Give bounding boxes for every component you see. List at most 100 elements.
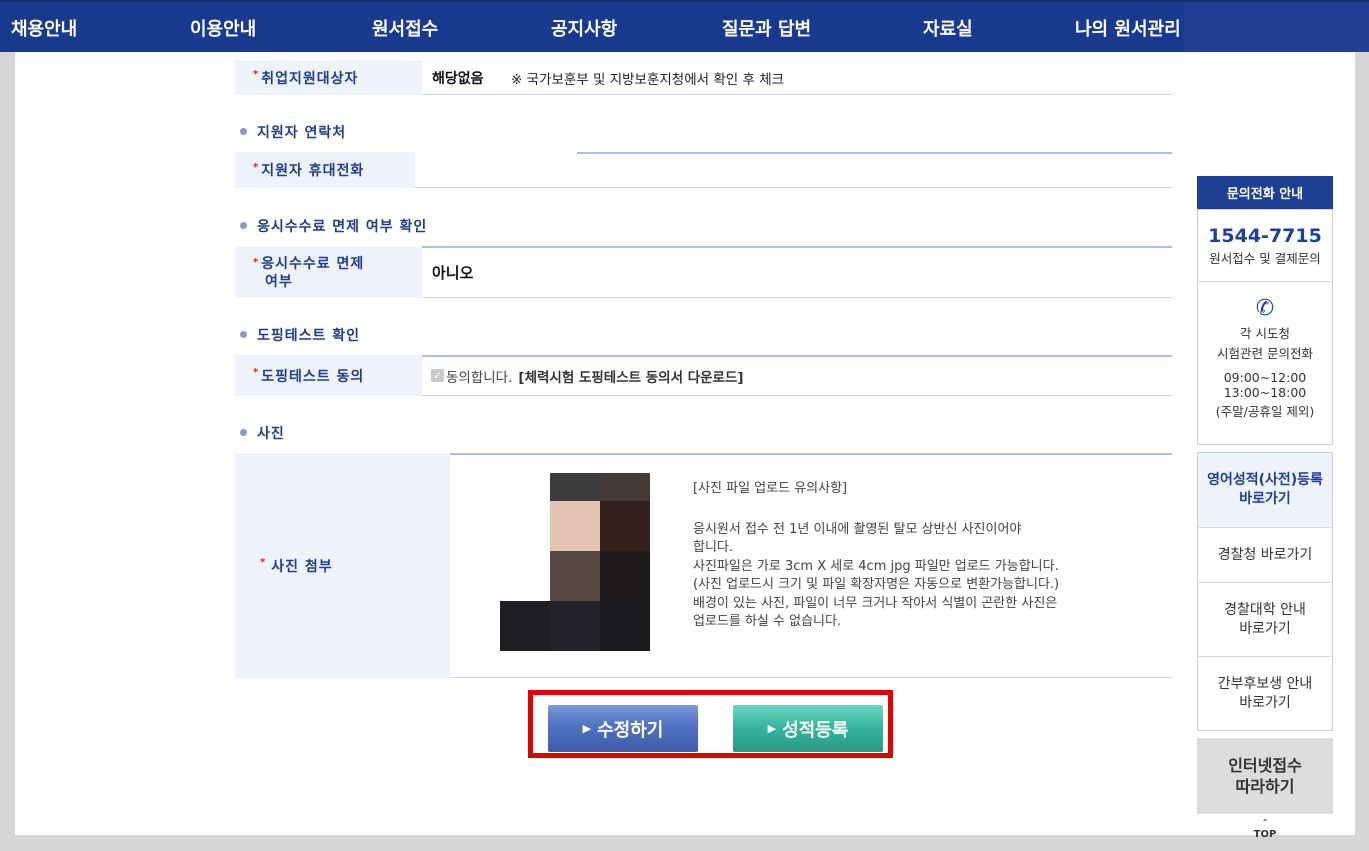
police-agency-link[interactable]: 경찰청 바로가기 bbox=[1198, 527, 1332, 583]
top-label: TOP bbox=[1253, 829, 1277, 840]
label-text: 응시수수료 면제 bbox=[261, 256, 365, 272]
top-navigation: 채용안내 이용안내 원서접수 공지사항 질문과 답변 자료실 나의 원서관리 bbox=[0, 0, 1369, 52]
label-text: 취업지원대상자 bbox=[261, 70, 359, 87]
mobile-row: * 지원자 휴대전화 bbox=[235, 152, 1172, 188]
employment-support-note: ※ 국가보훈부 및 지방보훈지청에서 확인 후 체크 bbox=[511, 71, 785, 88]
required-mark: * bbox=[260, 557, 267, 568]
guide-line: 인터넷접수 bbox=[1228, 756, 1302, 775]
employment-support-row: * 취업지원대상자 해당없음 ※ 국가보훈부 및 지방보훈지청에서 확인 후 체크 bbox=[235, 60, 1172, 95]
scroll-top-button[interactable]: ˆ TOP bbox=[1250, 820, 1280, 840]
bullet-icon bbox=[240, 429, 247, 436]
photo-pixel bbox=[550, 601, 600, 651]
label-text: 지원자 휴대전화 bbox=[261, 163, 365, 179]
required-mark: * bbox=[253, 257, 260, 268]
photo-pixel bbox=[550, 501, 600, 551]
nav-recruit-guide[interactable]: 채용안내 bbox=[11, 15, 77, 41]
hours-note: (주말/공휴일 제외) bbox=[1215, 404, 1315, 419]
photo-pixel bbox=[600, 551, 650, 601]
link-line: 경찰청 바로가기 bbox=[1217, 547, 1313, 563]
edit-button-label: 수정하기 bbox=[597, 719, 664, 741]
nav-usage-guide[interactable]: 이용안내 bbox=[190, 15, 256, 41]
label-text: 도핑테스트 동의 bbox=[261, 368, 365, 385]
photo-notice-line: 합니다. bbox=[693, 540, 734, 555]
mobile-label: * 지원자 휴대전화 bbox=[235, 152, 415, 188]
label-line-1: * 응시수수료 면제 bbox=[253, 256, 364, 274]
label-text: 사진 첨부 bbox=[271, 558, 333, 575]
nav-application[interactable]: 원서접수 bbox=[372, 15, 438, 41]
link-line: 경찰대학 안내 bbox=[1224, 602, 1306, 618]
fee-exempt-label: * 응시수수료 면제 여부 bbox=[235, 246, 422, 298]
contact-section-title: 지원자 연락처 bbox=[240, 122, 346, 142]
photo-pixel bbox=[550, 551, 600, 601]
regional-line-1: 각 시도청 bbox=[1240, 326, 1290, 341]
photo-notice: [사진 파일 업로드 유의사항] 응시원서 접수 전 1년 이내에 촬영된 탈모… bbox=[693, 480, 1163, 632]
nav-shade bbox=[1184, 2, 1369, 52]
photo-notice-line: 배경이 있는 사진, 파일이 너무 크거나 작아서 식별이 곤란한 사진은 bbox=[693, 595, 1058, 611]
required-mark: * bbox=[253, 367, 260, 378]
photo-pixel bbox=[600, 601, 650, 651]
row-top-line bbox=[577, 152, 1172, 154]
action-buttons-highlight: ▶ 수정하기 ▶ 성적등록 bbox=[528, 690, 893, 758]
score-register-button[interactable]: ▶ 성적등록 bbox=[733, 705, 883, 752]
section-text: 응시수수료 면제 여부 확인 bbox=[257, 219, 428, 235]
doping-row: * 도핑테스트 동의 ✓ 동의합니다. [체력시험 도핑테스트 동의서 다운로드] bbox=[235, 355, 1172, 396]
required-mark: * bbox=[253, 69, 260, 80]
photo-label: * 사진 첨부 bbox=[235, 453, 450, 678]
quick-links-box: 영어성적(사전)등록 바로가기 경찰청 바로가기 경찰대학 안내 바로가기 간부후보… bbox=[1197, 452, 1333, 731]
fee-exempt-row: * 응시수수료 면제 여부 아니오 bbox=[235, 246, 1172, 298]
nav-resources[interactable]: 자료실 bbox=[923, 15, 973, 41]
photo-pixel bbox=[500, 601, 550, 651]
fee-exempt-value: 아니오 bbox=[432, 263, 474, 282]
doping-checkbox[interactable]: ✓ bbox=[431, 369, 444, 382]
required-mark: * bbox=[253, 161, 260, 173]
play-icon: ▶ bbox=[767, 722, 777, 735]
nav-qna[interactable]: 질문과 답변 bbox=[722, 15, 811, 41]
internet-application-guide-button[interactable]: 인터넷접수따라하기 bbox=[1197, 738, 1333, 814]
nav-my-application[interactable]: 나의 원서관리 bbox=[1075, 15, 1181, 41]
link-line: 바로가기 bbox=[1239, 491, 1291, 507]
employment-support-label: * 취업지원대상자 bbox=[235, 60, 422, 95]
phone-number: 1544-7715 bbox=[1208, 225, 1322, 247]
contact-info-box: 1544-7715 원서접수 및 결제문의 ✆ 각 시도청 시험관련 문의전화 … bbox=[1197, 209, 1333, 445]
bullet-icon bbox=[240, 128, 247, 135]
photo-notice-title: [사진 파일 업로드 유의사항] bbox=[693, 481, 848, 496]
photo-notice-line: 업로드를 하실 수 없습니다. bbox=[693, 614, 842, 629]
section-text: 지원자 연락처 bbox=[257, 125, 347, 141]
photo-section-title: 사진 bbox=[240, 423, 285, 443]
photo-notice-line: (사진 업로드시 크기 및 파일 확장자명은 자동으로 변환가능합니다.) bbox=[693, 577, 1060, 592]
doping-agree: ✓ 동의합니다. [체력시험 도핑테스트 동의서 다운로드] bbox=[431, 355, 744, 396]
link-line: 간부후보생 안내 bbox=[1217, 676, 1313, 692]
hours-afternoon: 13:00~18:00 bbox=[1223, 385, 1307, 400]
officer-candidate-link[interactable]: 간부후보생 안내바로가기 bbox=[1198, 656, 1332, 731]
link-line: 바로가기 bbox=[1239, 621, 1291, 637]
link-line: 바로가기 bbox=[1239, 695, 1291, 711]
bullet-icon bbox=[240, 331, 247, 338]
doping-label: * 도핑테스트 동의 bbox=[235, 355, 422, 396]
doping-agree-text: 동의합니다. bbox=[446, 369, 513, 386]
doping-download-link[interactable]: [체력시험 도핑테스트 동의서 다운로드] bbox=[518, 366, 743, 386]
link-line: 영어성적(사전)등록 bbox=[1207, 472, 1323, 488]
guide-line: 따라하기 bbox=[1235, 777, 1295, 796]
police-university-link[interactable]: 경찰대학 안내바로가기 bbox=[1198, 582, 1332, 657]
edit-button[interactable]: ▶ 수정하기 bbox=[548, 705, 698, 752]
section-text: 도핑테스트 확인 bbox=[257, 328, 361, 344]
hours-morning: 09:00~12:00 bbox=[1223, 370, 1307, 385]
label-line-2: 여부 bbox=[265, 274, 293, 290]
employment-support-value: 해당없음 bbox=[432, 70, 484, 87]
photo-notice-line: 사진파일은 가로 3cm X 세로 4cm jpg 파일만 업로드 가능합니다. bbox=[693, 558, 1059, 574]
phone-icon: ✆ bbox=[1255, 296, 1275, 321]
section-text: 사진 bbox=[257, 426, 285, 442]
applicant-photo[interactable] bbox=[500, 473, 650, 651]
doping-section-title: 도핑테스트 확인 bbox=[240, 325, 360, 345]
play-icon: ▶ bbox=[582, 722, 592, 735]
nav-notices[interactable]: 공지사항 bbox=[551, 15, 617, 41]
photo-pixel bbox=[600, 501, 650, 551]
fee-section-title: 응시수수료 면제 여부 확인 bbox=[240, 216, 427, 236]
english-score-link[interactable]: 영어성적(사전)등록바로가기 bbox=[1198, 453, 1332, 527]
regional-line-2: 시험관련 문의전화 bbox=[1217, 346, 1313, 361]
side-panel-head: 문의전화 안내 bbox=[1197, 176, 1333, 209]
score-button-label: 성적등록 bbox=[782, 719, 849, 741]
divider bbox=[1198, 281, 1332, 282]
bullet-icon bbox=[240, 222, 247, 229]
